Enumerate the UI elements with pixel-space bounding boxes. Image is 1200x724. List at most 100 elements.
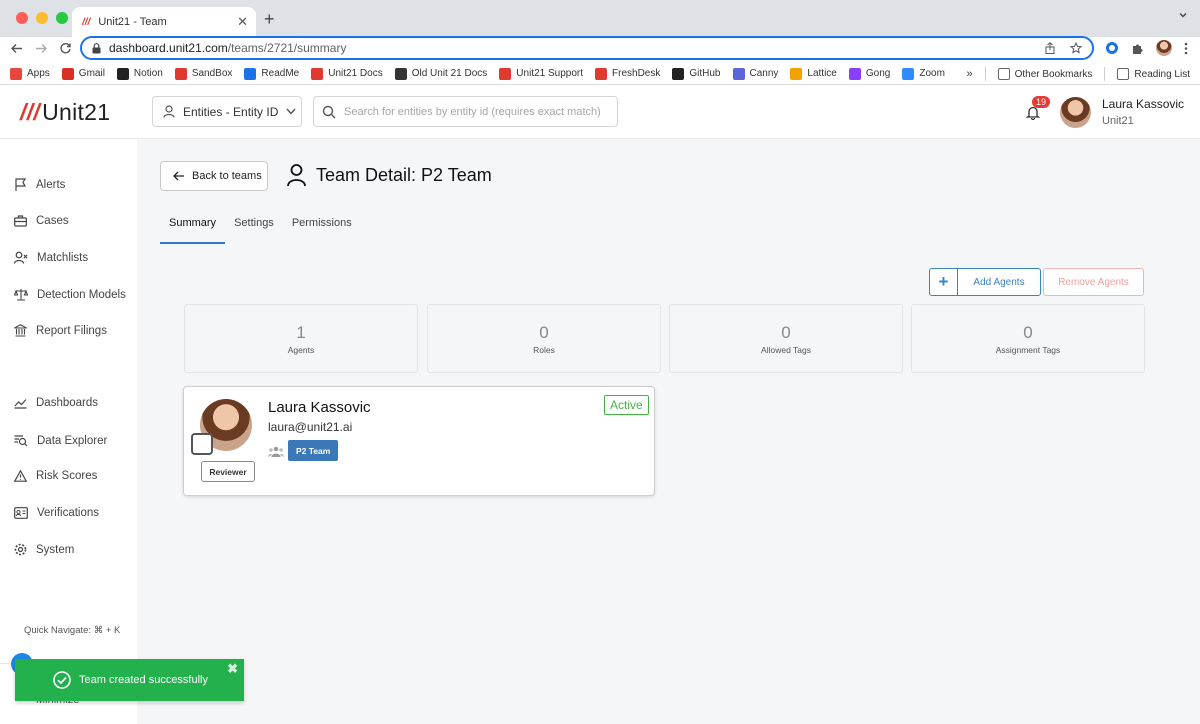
notification-badge: 19 [1032,96,1051,108]
sidebar-item-label: Risk Scores [36,470,98,482]
tab-permissions[interactable]: Permissions [283,215,361,244]
stat-card-assignment-tags: 0 Assignment Tags [911,304,1145,373]
bookmark-label: Lattice [807,68,837,79]
tab-settings[interactable]: Settings [225,215,283,244]
stat-value: 1 [296,323,306,342]
back-arrow-icon[interactable] [10,42,23,55]
sidebar-item-label: Cases [36,215,69,227]
bank-icon [14,324,27,337]
back-to-teams-button[interactable]: Back to teams [160,161,268,191]
add-agents-button[interactable]: + Add Agents [929,268,1041,296]
bookmark-item[interactable]: Unit21 Support [499,67,583,80]
browser-tabstrip: /// Unit21 - Team ✕ + [0,0,1200,37]
bookmark-item[interactable]: ReadMe [244,67,299,80]
profile-avatar[interactable] [1156,40,1172,56]
reload-icon[interactable] [59,42,72,55]
bookmark-item[interactable]: FreshDesk [595,67,660,80]
bookmark-favicon-icon [902,67,915,80]
maximize-window-button[interactable] [56,12,68,24]
remove-agents-button[interactable]: Remove Agents [1043,268,1144,296]
sidebar-item-cases[interactable]: Cases [14,215,69,227]
entity-type-dropdown[interactable]: Entities - Entity ID [152,96,302,127]
close-toast-icon[interactable]: ✖ [227,661,238,677]
address-bar[interactable]: dashboard.unit21.com/teams/2721/summary [80,36,1094,60]
sidebar-item-label: Data Explorer [37,434,108,447]
logo-mark: /// [20,99,41,125]
window-controls [16,12,68,24]
sidebar-item-label: Detection Models [37,288,126,301]
sidebar-item-matchlists[interactable]: Matchlists [14,251,88,264]
stat-label: Agents [287,345,315,355]
bookmark-item[interactable]: Apps [10,67,50,80]
agent-select-checkbox[interactable] [191,433,213,455]
sidebar-item-label: System [36,543,75,556]
users-group-icon [268,446,284,457]
sidebar-item-risk-scores[interactable]: Risk Scores [14,470,97,482]
bookmark-favicon-icon [595,67,608,80]
bookmark-item[interactable]: Gmail [61,67,105,80]
page-header: Team Detail: P2 Team [287,164,492,187]
bookmark-label: GitHub [689,68,721,79]
person-icon [163,105,175,118]
user-avatar[interactable] [1060,97,1091,128]
agent-card[interactable]: Reviewer Laura Kassovic laura@unit21.ai … [183,386,655,496]
tab-search-icon[interactable] [1178,10,1188,20]
share-icon[interactable] [1044,42,1056,54]
gear-icon [14,543,27,556]
reading-list[interactable]: Reading List [1117,68,1190,80]
sidebar-item-report-filings[interactable]: Report Filings [14,324,107,337]
team-tag[interactable]: P2 Team [288,440,339,461]
bookmark-item[interactable]: Gong [848,67,890,80]
user-name[interactable]: Laura Kassovic [1102,97,1184,111]
bookmark-item[interactable]: Canny [732,67,779,80]
reading-list-label: Reading List [1134,68,1190,80]
new-tab-button[interactable]: + [264,9,275,30]
unit21-logo[interactable]: /// Unit21 [20,99,110,126]
minimize-window-button[interactable] [36,12,48,24]
sidebar-item-detection-models[interactable]: Detection Models [14,288,126,301]
bookmark-item[interactable]: GitHub [672,67,721,80]
bookmark-item[interactable]: Zoom [902,67,945,80]
sidebar-item-label: Verifications [37,507,100,519]
sidebar-item-data-explorer[interactable]: Data Explorer [14,434,107,447]
tab-summary[interactable]: Summary [160,215,226,244]
browser-tab[interactable]: /// Unit21 - Team ✕ [72,7,256,37]
briefcase-icon [14,215,27,227]
app: /// Unit21 Entities - Entity ID Search f… [0,85,1200,724]
add-agents-label: Add Agents [973,276,1025,288]
bookmark-item[interactable]: SandBox [174,67,233,80]
bookmark-label: Gmail [78,68,105,79]
stat-label: Allowed Tags [761,345,811,355]
back-label: Back to teams [192,170,262,182]
bookmark-label: Old Unit 21 Docs [411,68,488,79]
bookmark-label: SandBox [191,68,233,79]
user-icon [287,164,306,187]
sidebar-item-system[interactable]: System [14,543,74,556]
user-org: Unit21 [1102,115,1134,127]
scale-icon [14,289,28,301]
close-tab-icon[interactable]: ✕ [237,14,248,30]
bookmark-item[interactable]: Lattice [790,67,837,80]
bookmark-label: Canny [749,68,779,79]
url-host: dashboard.unit21.com [109,41,228,55]
unit21-favicon-icon: /// [82,16,91,28]
sidebar-item-verifications[interactable]: Verifications [14,507,99,519]
bookmarks-overflow[interactable]: » [966,68,972,80]
bookmark-item[interactable]: Old Unit 21 Docs [394,67,488,80]
bookmark-item[interactable]: Unit21 Docs [311,67,383,80]
sidebar-item-alerts[interactable]: Alerts [14,178,65,192]
forward-arrow-icon[interactable] [35,42,48,55]
bookmark-favicon-icon [499,67,512,80]
stat-card-agents: 1 Agents [184,304,418,373]
puzzle-extensions-icon[interactable] [1131,42,1144,55]
menu-kebab-icon[interactable] [1184,42,1188,55]
entity-search-input[interactable]: Search for entities by entity id (requir… [313,96,618,127]
other-bookmarks[interactable]: Other Bookmarks [997,68,1092,80]
sidebar-item-dashboards[interactable]: Dashboards [14,397,98,409]
bookmark-item[interactable]: Notion [116,67,163,80]
close-window-button[interactable] [16,12,28,24]
folder-icon [997,68,1010,80]
bookmark-label: Unit21 Docs [328,68,383,79]
bookmark-star-icon[interactable] [1070,42,1082,54]
extension-icon[interactable] [1105,41,1119,55]
